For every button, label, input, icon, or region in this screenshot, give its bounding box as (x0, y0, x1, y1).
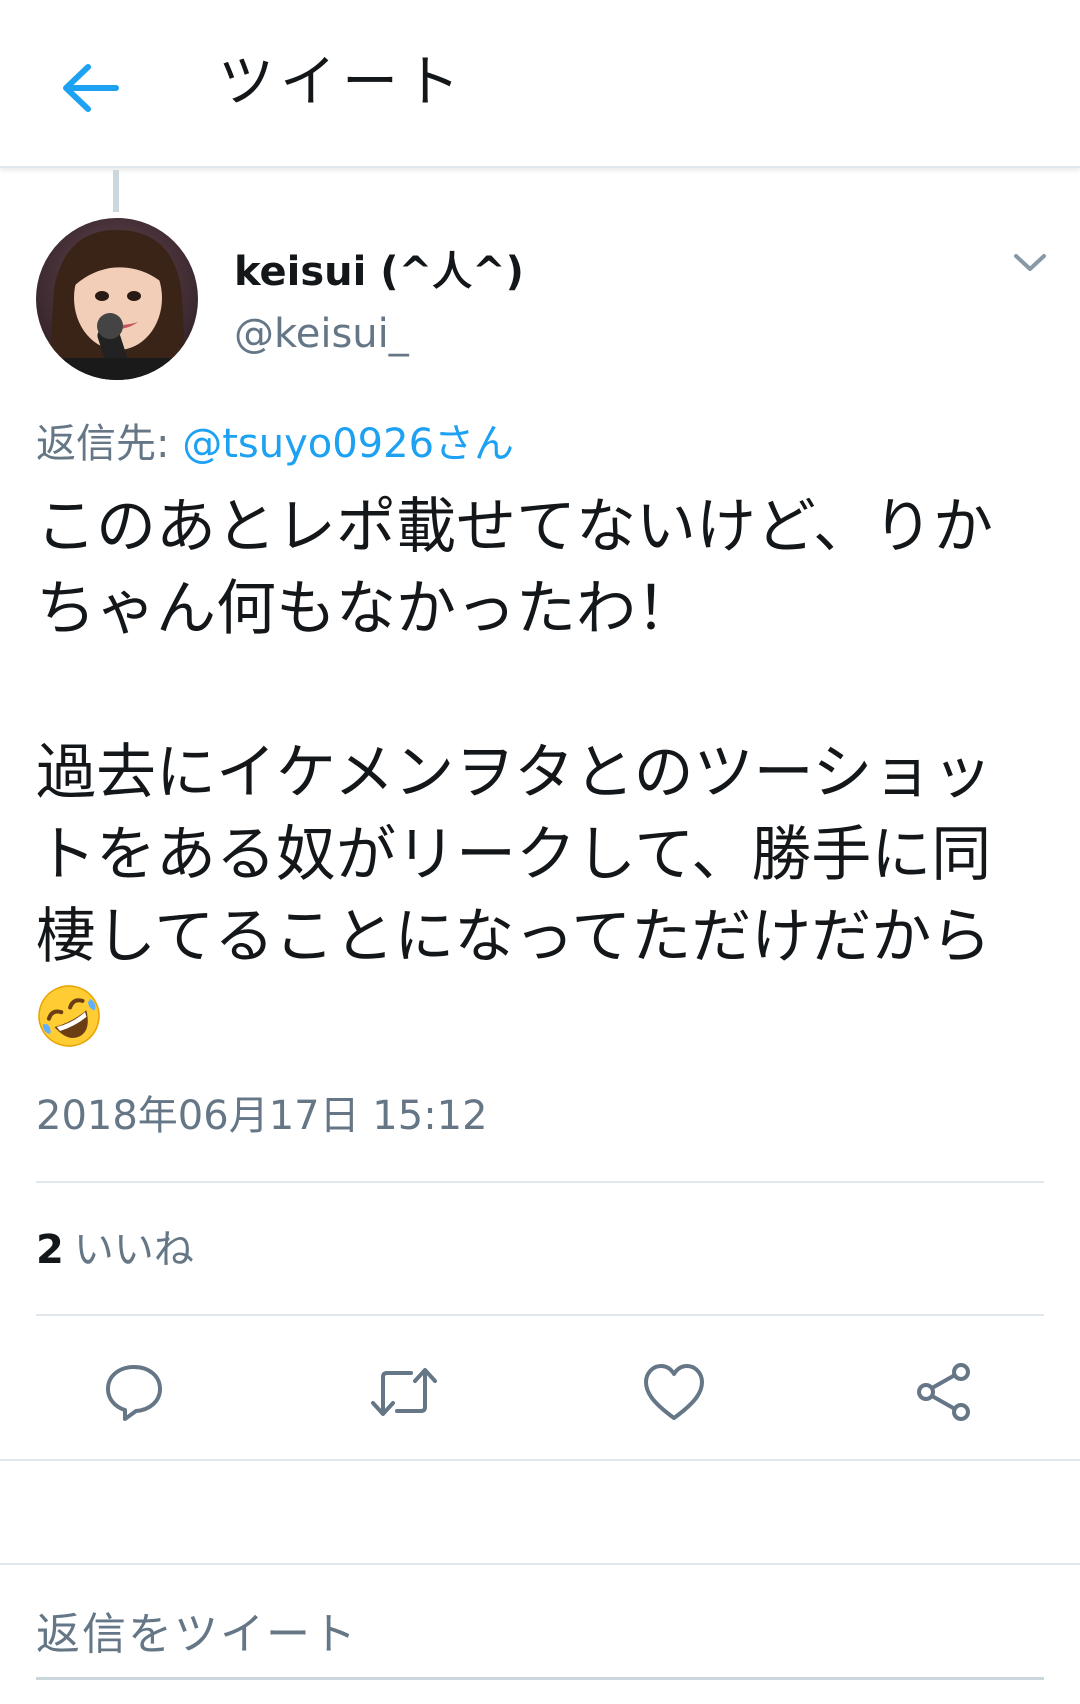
likes-label: いいね (73, 1227, 194, 1273)
tweet-menu-button[interactable] (1006, 242, 1054, 282)
avatar[interactable] (36, 218, 198, 380)
user-handle[interactable]: @keisui_ (234, 308, 409, 360)
tweet-text: このあとレポ載せてないけど、りかちゃん何もなかったわ！ 過去にイケメンヲタとのツ… (36, 492, 993, 972)
reply-prefix: 返信先: (36, 421, 183, 467)
likes-count: 2 (36, 1227, 64, 1273)
share-button[interactable] (904, 1352, 984, 1432)
likes-stat[interactable]: 2 いいね (36, 1222, 194, 1278)
rolling-on-floor-laughing-icon (38, 985, 100, 1047)
divider (36, 1314, 1044, 1316)
heart-icon (644, 1364, 704, 1420)
tweet-body: このあとレポ載せてないけど、りかちゃん何もなかったわ！ 過去にイケメンヲタとのツ… (36, 486, 1046, 1060)
arrow-left-icon (63, 64, 119, 112)
thread-connector (113, 170, 119, 212)
share-icon (917, 1363, 970, 1421)
retweet-button[interactable] (364, 1352, 444, 1432)
retweet-icon (371, 1368, 437, 1416)
back-button[interactable] (52, 50, 128, 126)
divider (0, 1459, 1080, 1461)
reply-button[interactable] (94, 1352, 174, 1432)
like-button[interactable] (634, 1352, 714, 1432)
reply-input[interactable]: 返信をツイート (36, 1600, 1044, 1680)
divider (36, 1181, 1044, 1183)
app-header: ツイート (0, 0, 1080, 168)
display-name[interactable]: keisui (^人^) (234, 246, 524, 298)
reply-context: 返信先: @tsuyo0926さん (36, 418, 514, 470)
page-title: ツイート (218, 50, 466, 115)
avatar-image (36, 218, 198, 380)
reply-mention-link[interactable]: @tsuyo0926さん (182, 421, 514, 467)
reply-placeholder: 返信をツイート (36, 1609, 358, 1660)
tweet-timestamp: 2018年06月17日 15:12 (36, 1093, 488, 1139)
tweet-detail-screen: ツイート keisui (^人^) @keisui_ 返信先: @tsuyo09… (0, 0, 1080, 1704)
chevron-down-icon (1014, 254, 1046, 271)
divider (0, 1563, 1080, 1565)
reply-icon (106, 1365, 162, 1421)
